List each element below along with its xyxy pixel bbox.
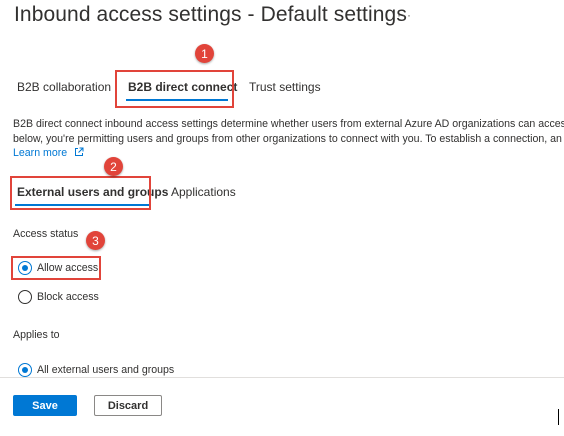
block-access-radio[interactable] (18, 290, 32, 304)
callout-badge-3: 3 (86, 231, 105, 250)
open-in-new-window-icon (75, 147, 84, 156)
callout-badge-1: 1 (195, 44, 214, 63)
page-title: Inbound access settings - Default settin… (14, 3, 407, 26)
description-line-2: below, you're permitting users and group… (13, 132, 562, 145)
more-options-icon[interactable]: ··· (397, 8, 412, 22)
all-external-users-option[interactable]: All external users and groups (18, 363, 218, 377)
learn-more-label: Learn more (13, 147, 68, 159)
description-line-1: B2B direct connect inbound access settin… (13, 118, 564, 130)
access-status-label: Access status (13, 228, 79, 240)
footer-divider (0, 377, 564, 378)
tab-trust-settings[interactable]: Trust settings (249, 80, 321, 94)
callout-badge-2: 2 (104, 157, 123, 176)
discard-button[interactable]: Discard (94, 395, 162, 416)
learn-more-link[interactable]: Learn more (13, 147, 84, 159)
block-access-label: Block access (37, 291, 99, 303)
save-button[interactable]: Save (13, 395, 77, 416)
description-text: B2B direct connect inbound access settin… (13, 117, 564, 146)
block-access-option[interactable]: Block access (18, 290, 158, 306)
callout-box-1 (115, 70, 234, 108)
text-cursor (558, 409, 559, 425)
tab-b2b-collaboration[interactable]: B2B collaboration (17, 80, 111, 94)
callout-box-2 (10, 176, 151, 210)
subtab-applications[interactable]: Applications (171, 185, 236, 199)
all-external-users-label: All external users and groups (37, 364, 175, 376)
applies-to-label: Applies to (13, 329, 60, 341)
all-external-users-radio[interactable] (18, 363, 32, 377)
callout-box-3 (11, 256, 101, 280)
